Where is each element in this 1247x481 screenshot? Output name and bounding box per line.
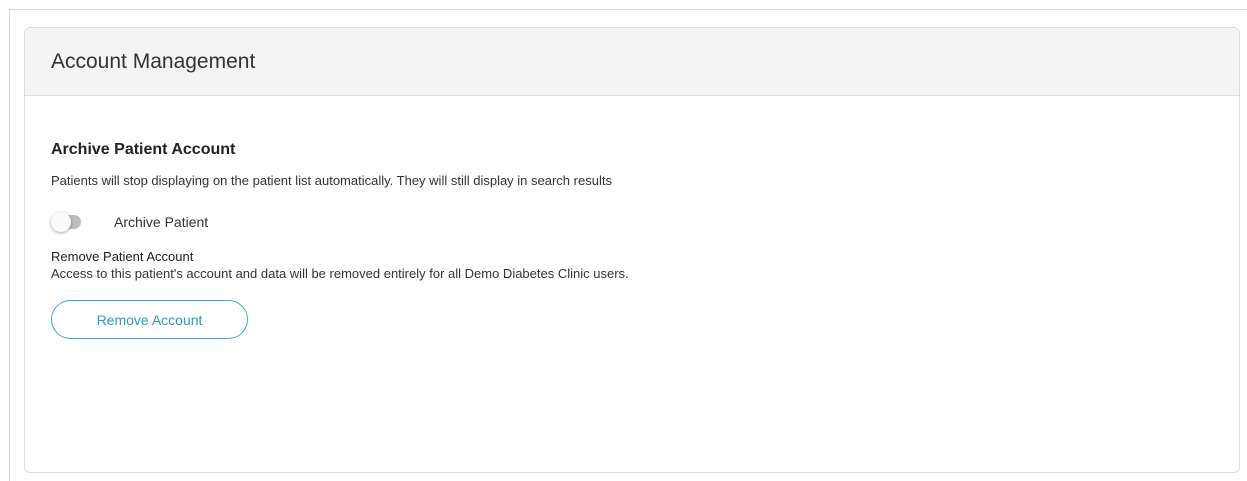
- card-header: Account Management: [25, 28, 1239, 96]
- archive-section-title: Archive Patient Account: [51, 141, 236, 158]
- remove-section-title: Remove Patient Account: [51, 249, 194, 264]
- archive-patient-label: Archive Patient: [114, 214, 209, 230]
- archive-patient-toggle[interactable]: [51, 212, 81, 232]
- card-title: Account Management: [51, 49, 256, 73]
- toggle-knob: [51, 212, 71, 232]
- archive-section-description: Patients will stop displaying on the pat…: [51, 173, 612, 188]
- archive-toggle-row: Archive Patient: [51, 211, 1239, 233]
- remove-section-description: Access to this patient's account and dat…: [51, 266, 629, 281]
- card-body: Archive Patient Account Patients will st…: [25, 96, 1239, 339]
- account-management-card: Account Management Archive Patient Accou…: [24, 27, 1240, 473]
- remove-account-button[interactable]: Remove Account: [51, 300, 248, 339]
